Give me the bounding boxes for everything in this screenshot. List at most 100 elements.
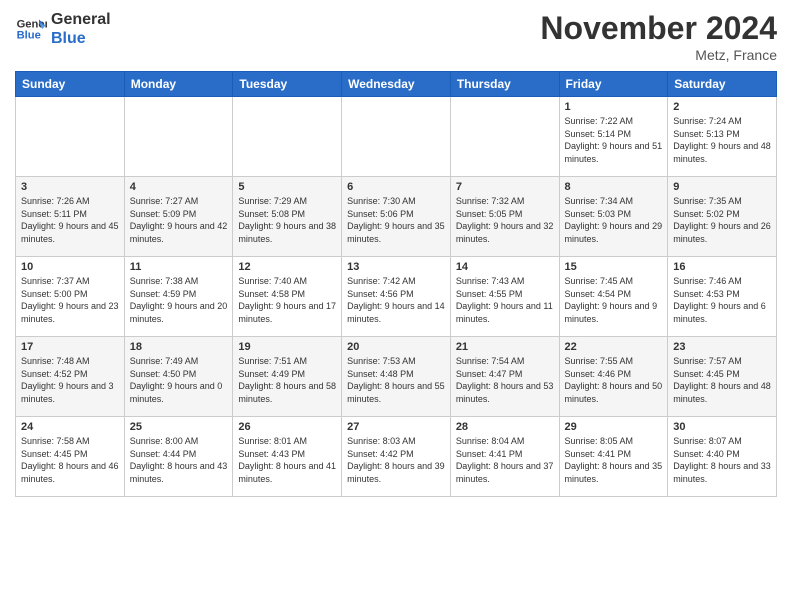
day-info-1-5: Sunrise: 7:34 AMSunset: 5:03 PMDaylight:… [565,195,663,245]
day-info-2-6: Sunrise: 7:46 AMSunset: 4:53 PMDaylight:… [673,275,771,325]
day-num-4-1: 25 [130,421,228,433]
day-info-2-1: Sunrise: 7:38 AMSunset: 4:59 PMDaylight:… [130,275,228,325]
day-num-0-5: 1 [565,101,663,113]
header-row: Sunday Monday Tuesday Wednesday Thursday… [16,72,777,97]
day-num-4-2: 26 [238,421,336,433]
day-num-2-3: 13 [347,261,445,273]
day-num-4-0: 24 [21,421,119,433]
cell-1-4: 7Sunrise: 7:32 AMSunset: 5:05 PMDaylight… [450,177,559,257]
page: General Blue General Blue November 2024 … [0,0,792,507]
day-num-1-0: 3 [21,181,119,193]
day-num-3-1: 18 [130,341,228,353]
location: Metz, France [540,47,777,63]
cell-1-1: 4 Sunrise: 7:27 AMSunset: 5:09 PMDaylight… [124,177,233,257]
day-num-2-6: 16 [673,261,771,273]
day-num-4-5: 29 [565,421,663,433]
cell-4-5: 29Sunrise: 8:05 AMSunset: 4:41 PMDayligh… [559,417,668,497]
cell-4-2: 26 Sunrise: 8:01 AMSunset: 4:43 PMDayligh… [233,417,342,497]
day-info-4-2: Sunrise: 8:01 AMSunset: 4:43 PMDaylight:… [238,435,336,485]
day-num-4-3: 27 [347,421,445,433]
day-num-1-4: 7 [456,181,554,193]
cell-3-0: 17Sunrise: 7:48 AMSunset: 4:52 PMDayligh… [16,337,125,417]
col-saturday: Saturday [668,72,777,97]
day-num-4-6: 30 [673,421,771,433]
day-info-3-0: Sunrise: 7:48 AMSunset: 4:52 PMDaylight:… [21,355,119,405]
col-wednesday: Wednesday [342,72,451,97]
day-info-1-6: Sunrise: 7:35 AMSunset: 5:02 PMDaylight:… [673,195,771,245]
day-info-2-0: Sunrise: 7:37 AMSunset: 5:00 PMDaylight:… [21,275,119,325]
cell-2-6: 16 Sunrise: 7:46 AMSunset: 4:53 PMDayligh… [668,257,777,337]
week-row-2: 10 Sunrise: 7:37 AMSunset: 5:00 PMDayligh… [16,257,777,337]
cell-3-6: 23Sunrise: 7:57 AMSunset: 4:45 PMDayligh… [668,337,777,417]
day-num-3-5: 22 [565,341,663,353]
cell-1-6: 9 Sunrise: 7:35 AMSunset: 5:02 PMDaylight… [668,177,777,257]
day-info-4-4: Sunrise: 8:04 AMSunset: 4:41 PMDaylight:… [456,435,554,485]
day-num-4-4: 28 [456,421,554,433]
day-num-1-3: 6 [347,181,445,193]
day-num-1-6: 9 [673,181,771,193]
day-info-3-5: Sunrise: 7:55 AMSunset: 4:46 PMDaylight:… [565,355,663,405]
day-info-3-4: Sunrise: 7:54 AMSunset: 4:47 PMDaylight:… [456,355,554,405]
title-block: November 2024 Metz, France [540,10,777,63]
day-info-3-6: Sunrise: 7:57 AMSunset: 4:45 PMDaylight:… [673,355,771,405]
cell-4-6: 30 Sunrise: 8:07 AMSunset: 4:40 PMDayligh… [668,417,777,497]
col-sunday: Sunday [16,72,125,97]
cell-1-3: 6Sunrise: 7:30 AMSunset: 5:06 PMDaylight… [342,177,451,257]
col-monday: Monday [124,72,233,97]
day-info-2-2: Sunrise: 7:40 AMSunset: 4:58 PMDaylight:… [238,275,336,325]
day-info-3-3: Sunrise: 7:53 AMSunset: 4:48 PMDaylight:… [347,355,445,405]
cell-2-2: 12Sunrise: 7:40 AMSunset: 4:58 PMDayligh… [233,257,342,337]
day-info-4-6: Sunrise: 8:07 AMSunset: 4:40 PMDaylight:… [673,435,771,485]
logo: General Blue General Blue [15,10,111,48]
day-info-0-6: Sunrise: 7:24 AMSunset: 5:13 PMDaylight:… [673,115,771,165]
day-info-1-1: Sunrise: 7:27 AMSunset: 5:09 PMDaylight:… [130,195,228,245]
week-row-3: 17Sunrise: 7:48 AMSunset: 4:52 PMDayligh… [16,337,777,417]
month-title: November 2024 [540,10,777,47]
day-info-0-5: Sunrise: 7:22 AMSunset: 5:14 PMDaylight:… [565,115,663,165]
cell-1-2: 5Sunrise: 7:29 AMSunset: 5:08 PMDaylight… [233,177,342,257]
week-row-4: 24 Sunrise: 7:58 AMSunset: 4:45 PMDayligh… [16,417,777,497]
cell-0-6: 2 Sunrise: 7:24 AMSunset: 5:13 PMDaylight… [668,97,777,177]
col-thursday: Thursday [450,72,559,97]
cell-3-5: 22 Sunrise: 7:55 AMSunset: 4:46 PMDayligh… [559,337,668,417]
day-num-1-2: 5 [238,181,336,193]
col-tuesday: Tuesday [233,72,342,97]
cell-2-3: 13 Sunrise: 7:42 AMSunset: 4:56 PMDayligh… [342,257,451,337]
cell-3-2: 19Sunrise: 7:51 AMSunset: 4:49 PMDayligh… [233,337,342,417]
cell-0-0 [16,97,125,177]
logo-icon: General Blue [15,13,47,45]
cell-2-1: 11 Sunrise: 7:38 AMSunset: 4:59 PMDayligh… [124,257,233,337]
day-num-2-1: 11 [130,261,228,273]
day-info-2-3: Sunrise: 7:42 AMSunset: 4:56 PMDaylight:… [347,275,445,325]
day-info-1-0: Sunrise: 7:26 AMSunset: 5:11 PMDaylight:… [21,195,119,245]
day-num-2-5: 15 [565,261,663,273]
week-row-0: 1 Sunrise: 7:22 AMSunset: 5:14 PMDaylight… [16,97,777,177]
cell-3-4: 21 Sunrise: 7:54 AMSunset: 4:47 PMDayligh… [450,337,559,417]
day-num-3-3: 20 [347,341,445,353]
cell-0-4 [450,97,559,177]
cell-3-3: 20 Sunrise: 7:53 AMSunset: 4:48 PMDayligh… [342,337,451,417]
cell-0-3 [342,97,451,177]
day-num-2-0: 10 [21,261,119,273]
cell-1-0: 3 Sunrise: 7:26 AMSunset: 5:11 PMDaylight… [16,177,125,257]
cell-4-3: 27 Sunrise: 8:03 AMSunset: 4:42 PMDayligh… [342,417,451,497]
cell-0-5: 1 Sunrise: 7:22 AMSunset: 5:14 PMDaylight… [559,97,668,177]
cell-0-1 [124,97,233,177]
day-num-1-1: 4 [130,181,228,193]
cell-1-5: 8 Sunrise: 7:34 AMSunset: 5:03 PMDaylight… [559,177,668,257]
day-info-4-1: Sunrise: 8:00 AMSunset: 4:44 PMDaylight:… [130,435,228,485]
day-num-0-6: 2 [673,101,771,113]
day-info-2-4: Sunrise: 7:43 AMSunset: 4:55 PMDaylight:… [456,275,554,325]
day-info-4-0: Sunrise: 7:58 AMSunset: 4:45 PMDaylight:… [21,435,119,485]
cell-0-2 [233,97,342,177]
cell-2-5: 15Sunrise: 7:45 AMSunset: 4:54 PMDayligh… [559,257,668,337]
day-num-2-4: 14 [456,261,554,273]
cell-2-4: 14 Sunrise: 7:43 AMSunset: 4:55 PMDayligh… [450,257,559,337]
day-info-3-2: Sunrise: 7:51 AMSunset: 4:49 PMDaylight:… [238,355,336,405]
logo-general: General [51,10,111,29]
cell-4-0: 24 Sunrise: 7:58 AMSunset: 4:45 PMDayligh… [16,417,125,497]
day-num-1-5: 8 [565,181,663,193]
day-info-4-3: Sunrise: 8:03 AMSunset: 4:42 PMDaylight:… [347,435,445,485]
week-row-1: 3 Sunrise: 7:26 AMSunset: 5:11 PMDaylight… [16,177,777,257]
day-num-3-4: 21 [456,341,554,353]
